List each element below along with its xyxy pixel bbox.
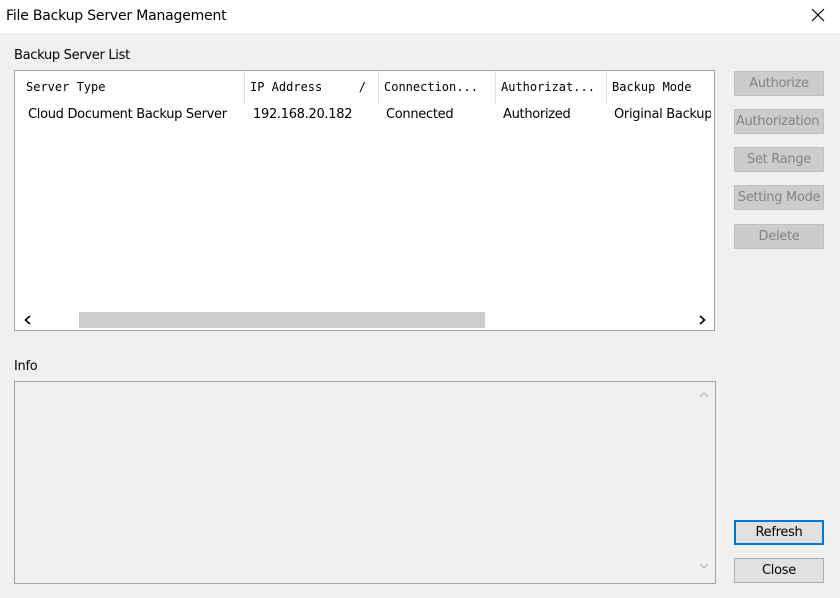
chevron-left-icon[interactable] bbox=[18, 310, 38, 330]
info-label: Info bbox=[14, 359, 38, 374]
close-icon[interactable] bbox=[808, 5, 828, 25]
delete-button[interactable]: Delete bbox=[734, 224, 824, 249]
chevron-up-icon[interactable] bbox=[694, 385, 714, 409]
window-title: File Backup Server Management bbox=[6, 8, 227, 24]
cell-backup-mode: Original Backup bbox=[614, 107, 711, 122]
server-list-label: Backup Server List bbox=[14, 48, 130, 63]
column-header-server-type[interactable]: Server Type bbox=[21, 71, 245, 104]
column-header-ip-address[interactable]: IP Address / bbox=[245, 71, 379, 104]
list-header: Server Type IP Address / Connection... A… bbox=[21, 71, 711, 104]
chevron-right-icon[interactable] bbox=[692, 310, 712, 330]
horizontal-scrollbar[interactable] bbox=[15, 310, 714, 330]
setting-mode-button[interactable]: Setting Mode bbox=[734, 185, 824, 210]
scrollbar-thumb[interactable] bbox=[79, 312, 485, 328]
revoke-authorization-button[interactable]: Revoke Authorization bbox=[734, 109, 824, 134]
title-bar: File Backup Server Management bbox=[0, 0, 840, 33]
column-header-connection[interactable]: Connection... bbox=[379, 71, 496, 104]
close-button[interactable]: Close bbox=[734, 558, 824, 583]
column-header-backup-mode[interactable]: Backup Mode bbox=[607, 71, 711, 104]
server-list[interactable]: Server Type IP Address / Connection... A… bbox=[14, 70, 715, 331]
vertical-scrollbar[interactable] bbox=[693, 382, 715, 583]
cell-ip-address: 192.168.20.182 bbox=[253, 107, 353, 122]
column-header-label: IP Address bbox=[250, 80, 323, 94]
cell-connection: Connected bbox=[386, 107, 454, 122]
authorize-button[interactable]: Authorize bbox=[734, 71, 824, 96]
set-range-button[interactable]: Set Range bbox=[734, 147, 824, 172]
chevron-down-icon[interactable] bbox=[694, 556, 714, 580]
revoke-authorization-label: Revoke Authorization bbox=[735, 114, 820, 129]
column-header-authorization[interactable]: Authorizat... bbox=[496, 71, 607, 104]
refresh-button[interactable]: Refresh bbox=[734, 520, 824, 545]
info-textbox[interactable] bbox=[14, 381, 716, 584]
table-row[interactable]: Cloud Document Backup Server 192.168.20.… bbox=[21, 104, 711, 126]
cell-authorization: Authorized bbox=[503, 107, 571, 122]
cell-server-type: Cloud Document Backup Server bbox=[28, 107, 227, 122]
sort-indicator: / bbox=[358, 80, 366, 94]
